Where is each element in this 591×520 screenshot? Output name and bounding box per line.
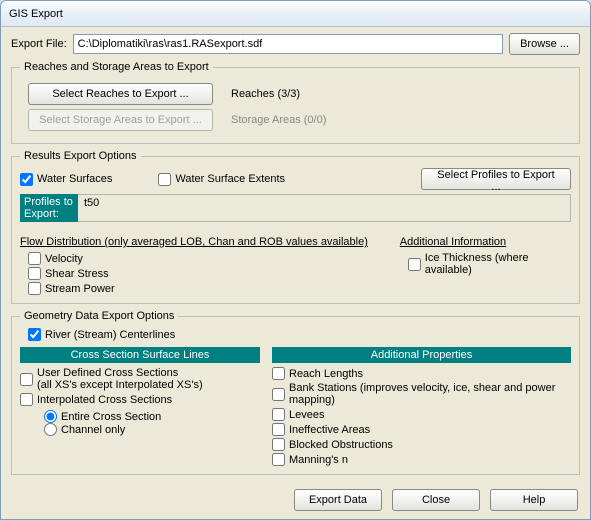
interpolated-xs-input[interactable] xyxy=(20,393,33,406)
bank-stations-checkbox[interactable]: Bank Stations (improves velocity, ice, s… xyxy=(272,382,571,406)
water-surface-extents-input[interactable] xyxy=(158,173,171,186)
results-group-legend: Results Export Options xyxy=(20,150,141,162)
water-surface-extents-checkbox[interactable]: Water Surface Extents xyxy=(158,173,285,186)
user-defined-xs-input[interactable] xyxy=(20,373,33,386)
user-defined-xs-label: User Defined Cross Sections (all XS's ex… xyxy=(37,367,203,391)
close-button[interactable]: Close xyxy=(392,489,480,511)
blocked-input[interactable] xyxy=(272,438,285,451)
export-file-row: Export File: Browse ... xyxy=(11,33,580,55)
channel-only-input[interactable] xyxy=(44,423,57,436)
reaches-group-legend: Reaches and Storage Areas to Export xyxy=(20,61,213,73)
browse-button[interactable]: Browse ... xyxy=(509,33,580,55)
river-centerlines-checkbox[interactable]: River (Stream) Centerlines xyxy=(28,328,571,341)
profiles-row: Profiles to Export: t50 xyxy=(20,194,571,222)
select-profiles-button[interactable]: Select Profiles to Export ... xyxy=(421,168,571,190)
velocity-label: Velocity xyxy=(45,253,83,265)
ice-thickness-label: Ice Thickness (where available) xyxy=(425,252,571,276)
user-defined-xs-l2: (all XS's except Interpolated XS's) xyxy=(37,379,203,391)
ice-thickness-input[interactable] xyxy=(408,258,421,271)
additional-info-heading: Additional Information xyxy=(400,236,571,248)
reaches-status: Reaches (3/3) xyxy=(231,88,300,100)
mannings-label: Manning's n xyxy=(289,454,348,466)
export-file-input[interactable] xyxy=(73,34,503,54)
mannings-input[interactable] xyxy=(272,453,285,466)
water-surface-extents-label: Water Surface Extents xyxy=(175,173,285,185)
stream-power-checkbox[interactable]: Stream Power xyxy=(28,282,384,295)
ineffective-label: Ineffective Areas xyxy=(289,424,370,436)
water-surfaces-input[interactable] xyxy=(20,173,33,186)
shear-stress-input[interactable] xyxy=(28,267,41,280)
channel-only-label: Channel only xyxy=(61,424,125,436)
blocked-checkbox[interactable]: Blocked Obstructions xyxy=(272,438,571,451)
export-file-label: Export File: xyxy=(11,38,67,50)
profiles-export-label: Profiles to Export: xyxy=(20,194,78,222)
entire-xs-radio[interactable]: Entire Cross Section xyxy=(44,410,260,423)
levees-input[interactable] xyxy=(272,408,285,421)
xs-surface-lines-header: Cross Section Surface Lines xyxy=(20,347,260,363)
river-centerlines-label: River (Stream) Centerlines xyxy=(45,329,175,341)
water-surfaces-checkbox[interactable]: Water Surfaces xyxy=(20,173,112,186)
user-defined-xs-checkbox[interactable]: User Defined Cross Sections (all XS's ex… xyxy=(20,367,260,391)
profiles-export-value: t50 xyxy=(78,194,571,222)
ineffective-checkbox[interactable]: Ineffective Areas xyxy=(272,423,571,436)
levees-checkbox[interactable]: Levees xyxy=(272,408,571,421)
gis-export-window: GIS Export Export File: Browse ... Reach… xyxy=(0,0,591,520)
ineffective-input[interactable] xyxy=(272,423,285,436)
river-centerlines-input[interactable] xyxy=(28,328,41,341)
titlebar[interactable]: GIS Export xyxy=(1,1,590,27)
shear-stress-checkbox[interactable]: Shear Stress xyxy=(28,267,384,280)
storage-status: Storage Areas (0/0) xyxy=(231,114,326,126)
window-title: GIS Export xyxy=(9,8,63,20)
entire-xs-label: Entire Cross Section xyxy=(61,411,161,423)
flow-distribution-heading: Flow Distribution (only averaged LOB, Ch… xyxy=(20,236,384,248)
export-data-button[interactable]: Export Data xyxy=(294,489,382,511)
reaches-group: Reaches and Storage Areas to Export Sele… xyxy=(11,61,580,144)
velocity-input[interactable] xyxy=(28,252,41,265)
user-defined-xs-l1: User Defined Cross Sections xyxy=(37,367,178,379)
select-storage-button: Select Storage Areas to Export ... xyxy=(28,109,213,131)
entire-xs-input[interactable] xyxy=(44,410,57,423)
stream-power-label: Stream Power xyxy=(45,283,115,295)
results-group: Results Export Options Water Surfaces Wa… xyxy=(11,150,580,304)
content-area: Export File: Browse ... Reaches and Stor… xyxy=(1,27,590,483)
interpolated-xs-label: Interpolated Cross Sections xyxy=(37,394,172,406)
mannings-checkbox[interactable]: Manning's n xyxy=(272,453,571,466)
reach-lengths-label: Reach Lengths xyxy=(289,368,363,380)
ice-thickness-checkbox[interactable]: Ice Thickness (where available) xyxy=(408,252,571,276)
channel-only-radio[interactable]: Channel only xyxy=(44,423,260,436)
interpolated-xs-checkbox[interactable]: Interpolated Cross Sections xyxy=(20,393,260,406)
bank-stations-input[interactable] xyxy=(272,388,285,401)
stream-power-input[interactable] xyxy=(28,282,41,295)
velocity-checkbox[interactable]: Velocity xyxy=(28,252,384,265)
geometry-group-legend: Geometry Data Export Options xyxy=(20,310,178,322)
levees-label: Levees xyxy=(289,409,324,421)
footer: Export Data Close Help xyxy=(1,483,590,519)
bank-stations-label: Bank Stations (improves velocity, ice, s… xyxy=(289,382,571,406)
geometry-group: Geometry Data Export Options River (Stre… xyxy=(11,310,580,475)
blocked-label: Blocked Obstructions xyxy=(289,439,393,451)
select-reaches-button[interactable]: Select Reaches to Export ... xyxy=(28,83,213,105)
help-button[interactable]: Help xyxy=(490,489,578,511)
additional-props-header: Additional Properties xyxy=(272,347,571,363)
reach-lengths-checkbox[interactable]: Reach Lengths xyxy=(272,367,571,380)
shear-stress-label: Shear Stress xyxy=(45,268,109,280)
reach-lengths-input[interactable] xyxy=(272,367,285,380)
water-surfaces-label: Water Surfaces xyxy=(37,173,112,185)
